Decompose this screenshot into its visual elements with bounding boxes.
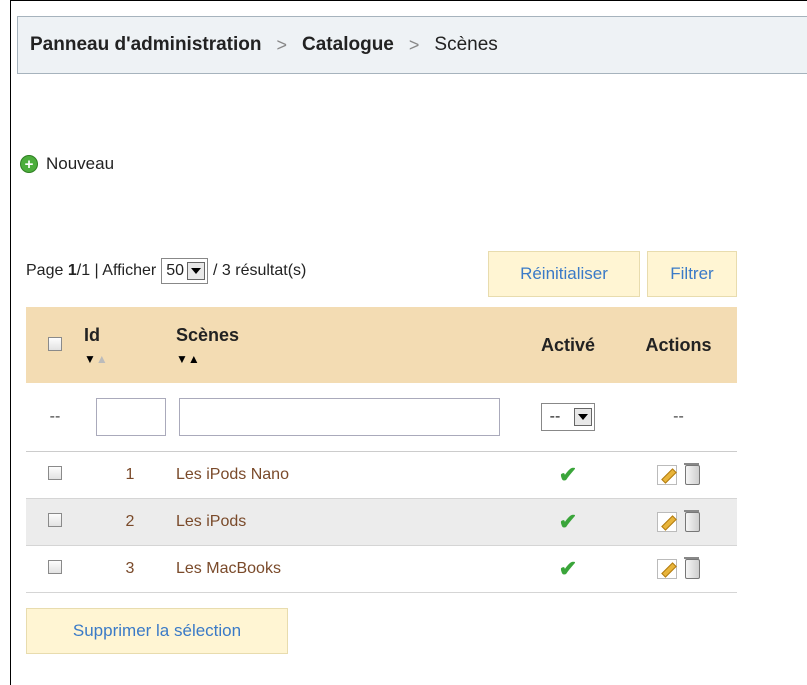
- delete-selection-button[interactable]: Supprimer la sélection: [26, 608, 288, 654]
- header-name-label: Scènes: [176, 324, 240, 345]
- active-check-icon[interactable]: ✔: [559, 462, 577, 487]
- filter-dash: --: [26, 383, 84, 452]
- filter-id-input[interactable]: [96, 398, 166, 436]
- pagination-bar: Page 1 / 1 | Afficher 50 / 3 résultat(s): [26, 258, 306, 284]
- row-id[interactable]: 1: [84, 451, 176, 499]
- filter-active-select[interactable]: --: [540, 403, 596, 431]
- add-icon: +: [20, 155, 38, 173]
- active-check-icon[interactable]: ✔: [559, 556, 577, 581]
- per-page-value: 50: [166, 262, 185, 279]
- filter-name-input[interactable]: [179, 398, 500, 436]
- scenes-table: Id ▼▲ Scènes ▼▲ Activé Actions -- -- --: [26, 307, 737, 593]
- reset-button[interactable]: Réinitialiser: [488, 251, 640, 297]
- header-select-all: [26, 307, 84, 383]
- header-id: Id ▼▲: [84, 307, 176, 383]
- header-active: Activé: [516, 307, 620, 383]
- page-label: Page: [26, 262, 64, 279]
- sort-asc-icon[interactable]: ▲: [96, 352, 108, 366]
- header-id-label: Id: [84, 324, 100, 345]
- edit-icon[interactable]: [657, 559, 677, 579]
- per-page-select[interactable]: 50: [161, 258, 209, 284]
- breadcrumb-separator-icon: >: [408, 34, 420, 55]
- sort-asc-icon[interactable]: ▲: [188, 352, 200, 366]
- filter-button[interactable]: Filtrer: [647, 251, 737, 297]
- row-id[interactable]: 3: [84, 545, 176, 593]
- frame-left-border: [10, 0, 11, 685]
- edit-icon[interactable]: [657, 512, 677, 532]
- chevron-down-icon[interactable]: [574, 408, 593, 426]
- filter-actions-dash: --: [620, 383, 737, 452]
- filter-row: -- -- --: [26, 383, 737, 452]
- header-name: Scènes ▼▲: [176, 307, 516, 383]
- row-name[interactable]: Les MacBooks: [176, 545, 516, 593]
- table-row[interactable]: 2 Les iPods ✔: [26, 498, 737, 546]
- chevron-down-icon[interactable]: [187, 262, 206, 280]
- sort-desc-icon[interactable]: ▼: [176, 352, 188, 366]
- row-id[interactable]: 2: [84, 498, 176, 546]
- delete-icon[interactable]: [684, 510, 700, 532]
- table-row[interactable]: 1 Les iPods Nano ✔: [26, 451, 737, 499]
- frame-top-border: [10, 0, 807, 1]
- select-all-checkbox[interactable]: [48, 336, 62, 351]
- name-sort-controls: ▼▲: [176, 352, 516, 366]
- delete-icon[interactable]: [684, 557, 700, 579]
- breadcrumb-item-admin[interactable]: Panneau d'administration: [30, 34, 262, 56]
- id-sort-controls: ▼▲: [84, 352, 176, 366]
- results-count: / 3 résultat(s): [213, 262, 307, 279]
- row-name[interactable]: Les iPods Nano: [176, 451, 516, 499]
- breadcrumb-item-catalogue[interactable]: Catalogue: [302, 34, 394, 56]
- show-label: | Afficher: [94, 262, 157, 279]
- row-checkbox[interactable]: [48, 465, 62, 480]
- new-scene-link[interactable]: + Nouveau: [20, 154, 114, 174]
- row-name[interactable]: Les iPods: [176, 498, 516, 546]
- current-page: 1: [67, 262, 77, 279]
- breadcrumb-separator-icon: >: [276, 34, 288, 55]
- new-scene-label: Nouveau: [46, 154, 115, 173]
- row-checkbox[interactable]: [48, 559, 62, 574]
- row-checkbox[interactable]: [48, 512, 62, 527]
- filter-active-value: --: [549, 408, 561, 425]
- table-row[interactable]: 3 Les MacBooks ✔: [26, 545, 737, 593]
- breadcrumb: Panneau d'administration > Catalogue > S…: [17, 16, 807, 74]
- breadcrumb-item-scenes: Scènes: [434, 34, 498, 55]
- active-check-icon[interactable]: ✔: [559, 509, 577, 534]
- table-header-row: Id ▼▲ Scènes ▼▲ Activé Actions: [26, 307, 737, 383]
- sort-desc-icon[interactable]: ▼: [84, 352, 96, 366]
- delete-icon[interactable]: [684, 463, 700, 485]
- edit-icon[interactable]: [657, 465, 677, 485]
- total-pages: 1: [81, 262, 91, 279]
- header-actions: Actions: [620, 307, 737, 383]
